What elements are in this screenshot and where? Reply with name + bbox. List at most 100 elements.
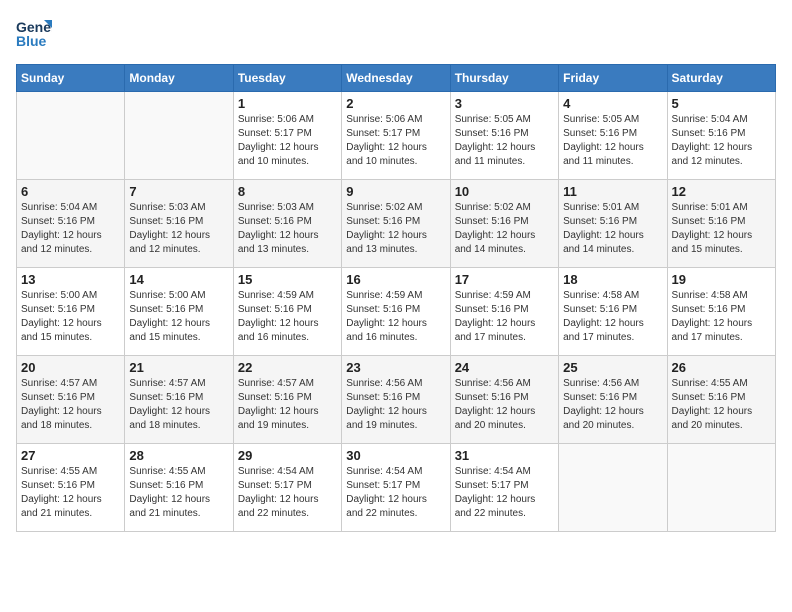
day-number: 12 [672,184,771,199]
day-number: 6 [21,184,120,199]
day-number: 27 [21,448,120,463]
calendar-cell: 14 Sunrise: 5:00 AMSunset: 5:16 PMDaylig… [125,268,233,356]
calendar-cell [559,444,667,532]
day-info: Sunrise: 5:02 AMSunset: 5:16 PMDaylight:… [346,201,445,257]
day-info: Sunrise: 4:59 AMSunset: 5:16 PMDaylight:… [238,289,337,345]
day-info: Sunrise: 4:54 AMSunset: 5:17 PMDaylight:… [238,465,337,521]
day-info: Sunrise: 4:55 AMSunset: 5:16 PMDaylight:… [21,465,120,521]
calendar-cell: 3 Sunrise: 5:05 AMSunset: 5:16 PMDayligh… [450,92,558,180]
day-number: 30 [346,448,445,463]
day-header-monday: Monday [125,65,233,92]
day-number: 28 [129,448,228,463]
calendar-cell: 13 Sunrise: 5:00 AMSunset: 5:16 PMDaylig… [17,268,125,356]
day-number: 9 [346,184,445,199]
calendar-cell: 22 Sunrise: 4:57 AMSunset: 5:16 PMDaylig… [233,356,341,444]
day-info: Sunrise: 5:03 AMSunset: 5:16 PMDaylight:… [238,201,337,257]
calendar-cell: 28 Sunrise: 4:55 AMSunset: 5:16 PMDaylig… [125,444,233,532]
day-number: 8 [238,184,337,199]
calendar-cell: 19 Sunrise: 4:58 AMSunset: 5:16 PMDaylig… [667,268,775,356]
calendar-cell: 12 Sunrise: 5:01 AMSunset: 5:16 PMDaylig… [667,180,775,268]
day-info: Sunrise: 4:57 AMSunset: 5:16 PMDaylight:… [129,377,228,433]
day-info: Sunrise: 5:04 AMSunset: 5:16 PMDaylight:… [21,201,120,257]
day-number: 2 [346,96,445,111]
calendar-cell [125,92,233,180]
day-info: Sunrise: 4:54 AMSunset: 5:17 PMDaylight:… [455,465,554,521]
calendar-week-row: 27 Sunrise: 4:55 AMSunset: 5:16 PMDaylig… [17,444,776,532]
calendar-cell: 21 Sunrise: 4:57 AMSunset: 5:16 PMDaylig… [125,356,233,444]
calendar-cell: 1 Sunrise: 5:06 AMSunset: 5:17 PMDayligh… [233,92,341,180]
day-header-sunday: Sunday [17,65,125,92]
day-info: Sunrise: 5:05 AMSunset: 5:16 PMDaylight:… [455,113,554,169]
calendar-cell: 8 Sunrise: 5:03 AMSunset: 5:16 PMDayligh… [233,180,341,268]
day-info: Sunrise: 5:02 AMSunset: 5:16 PMDaylight:… [455,201,554,257]
day-info: Sunrise: 4:54 AMSunset: 5:17 PMDaylight:… [346,465,445,521]
day-info: Sunrise: 5:06 AMSunset: 5:17 PMDaylight:… [238,113,337,169]
day-header-tuesday: Tuesday [233,65,341,92]
day-info: Sunrise: 5:06 AMSunset: 5:17 PMDaylight:… [346,113,445,169]
calendar-week-row: 6 Sunrise: 5:04 AMSunset: 5:16 PMDayligh… [17,180,776,268]
calendar-cell: 18 Sunrise: 4:58 AMSunset: 5:16 PMDaylig… [559,268,667,356]
day-info: Sunrise: 4:59 AMSunset: 5:16 PMDaylight:… [346,289,445,345]
day-info: Sunrise: 4:56 AMSunset: 5:16 PMDaylight:… [455,377,554,433]
logo-icon: General Blue [16,16,52,52]
logo: General Blue [16,16,52,52]
day-info: Sunrise: 4:58 AMSunset: 5:16 PMDaylight:… [672,289,771,345]
calendar-cell: 26 Sunrise: 4:55 AMSunset: 5:16 PMDaylig… [667,356,775,444]
day-number: 1 [238,96,337,111]
calendar-cell: 27 Sunrise: 4:55 AMSunset: 5:16 PMDaylig… [17,444,125,532]
calendar-cell [17,92,125,180]
day-number: 29 [238,448,337,463]
day-info: Sunrise: 4:56 AMSunset: 5:16 PMDaylight:… [346,377,445,433]
day-info: Sunrise: 5:03 AMSunset: 5:16 PMDaylight:… [129,201,228,257]
day-info: Sunrise: 4:58 AMSunset: 5:16 PMDaylight:… [563,289,662,345]
header: General Blue [16,16,776,52]
calendar-cell: 10 Sunrise: 5:02 AMSunset: 5:16 PMDaylig… [450,180,558,268]
calendar-cell: 17 Sunrise: 4:59 AMSunset: 5:16 PMDaylig… [450,268,558,356]
calendar-cell: 24 Sunrise: 4:56 AMSunset: 5:16 PMDaylig… [450,356,558,444]
day-number: 23 [346,360,445,375]
calendar-cell: 4 Sunrise: 5:05 AMSunset: 5:16 PMDayligh… [559,92,667,180]
day-number: 16 [346,272,445,287]
calendar-cell: 2 Sunrise: 5:06 AMSunset: 5:17 PMDayligh… [342,92,450,180]
day-header-wednesday: Wednesday [342,65,450,92]
day-number: 4 [563,96,662,111]
day-number: 24 [455,360,554,375]
calendar-cell: 25 Sunrise: 4:56 AMSunset: 5:16 PMDaylig… [559,356,667,444]
day-info: Sunrise: 4:57 AMSunset: 5:16 PMDaylight:… [238,377,337,433]
calendar-cell: 29 Sunrise: 4:54 AMSunset: 5:17 PMDaylig… [233,444,341,532]
day-number: 5 [672,96,771,111]
calendar-cell: 16 Sunrise: 4:59 AMSunset: 5:16 PMDaylig… [342,268,450,356]
calendar-cell: 31 Sunrise: 4:54 AMSunset: 5:17 PMDaylig… [450,444,558,532]
calendar-week-row: 13 Sunrise: 5:00 AMSunset: 5:16 PMDaylig… [17,268,776,356]
day-info: Sunrise: 5:05 AMSunset: 5:16 PMDaylight:… [563,113,662,169]
day-number: 26 [672,360,771,375]
calendar-cell: 20 Sunrise: 4:57 AMSunset: 5:16 PMDaylig… [17,356,125,444]
day-number: 3 [455,96,554,111]
day-number: 11 [563,184,662,199]
calendar-week-row: 20 Sunrise: 4:57 AMSunset: 5:16 PMDaylig… [17,356,776,444]
day-info: Sunrise: 4:57 AMSunset: 5:16 PMDaylight:… [21,377,120,433]
calendar-cell: 30 Sunrise: 4:54 AMSunset: 5:17 PMDaylig… [342,444,450,532]
calendar-cell: 5 Sunrise: 5:04 AMSunset: 5:16 PMDayligh… [667,92,775,180]
day-number: 14 [129,272,228,287]
day-info: Sunrise: 5:00 AMSunset: 5:16 PMDaylight:… [21,289,120,345]
calendar-cell [667,444,775,532]
day-number: 31 [455,448,554,463]
calendar-cell: 11 Sunrise: 5:01 AMSunset: 5:16 PMDaylig… [559,180,667,268]
calendar-cell: 9 Sunrise: 5:02 AMSunset: 5:16 PMDayligh… [342,180,450,268]
day-info: Sunrise: 5:01 AMSunset: 5:16 PMDaylight:… [563,201,662,257]
day-header-thursday: Thursday [450,65,558,92]
calendar-table: SundayMondayTuesdayWednesdayThursdayFrid… [16,64,776,532]
day-number: 18 [563,272,662,287]
day-info: Sunrise: 5:04 AMSunset: 5:16 PMDaylight:… [672,113,771,169]
day-number: 13 [21,272,120,287]
day-number: 22 [238,360,337,375]
calendar-cell: 23 Sunrise: 4:56 AMSunset: 5:16 PMDaylig… [342,356,450,444]
calendar-body: 1 Sunrise: 5:06 AMSunset: 5:17 PMDayligh… [17,92,776,532]
day-info: Sunrise: 5:00 AMSunset: 5:16 PMDaylight:… [129,289,228,345]
day-info: Sunrise: 5:01 AMSunset: 5:16 PMDaylight:… [672,201,771,257]
day-info: Sunrise: 4:55 AMSunset: 5:16 PMDaylight:… [129,465,228,521]
day-info: Sunrise: 4:59 AMSunset: 5:16 PMDaylight:… [455,289,554,345]
day-number: 7 [129,184,228,199]
day-info: Sunrise: 4:56 AMSunset: 5:16 PMDaylight:… [563,377,662,433]
